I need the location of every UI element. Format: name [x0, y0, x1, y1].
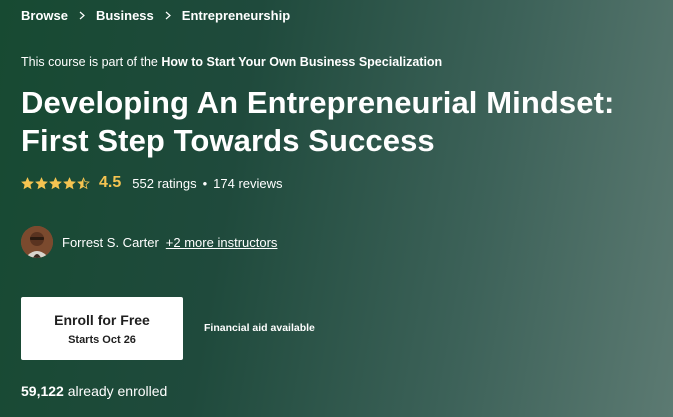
enrollment-count: 59,122 already enrolled [21, 383, 167, 399]
breadcrumb-business[interactable]: Business [96, 8, 154, 23]
star-icon [21, 176, 34, 189]
chevron-right-icon [79, 11, 85, 20]
financial-aid-link[interactable]: Financial aid available [204, 322, 315, 334]
page-title: Developing An Entrepreneurial Mindset: F… [21, 84, 661, 160]
star-icon [63, 176, 76, 189]
more-instructors-link[interactable]: +2 more instructors [166, 235, 278, 250]
enrolled-number: 59,122 [21, 383, 64, 399]
star-icon [49, 176, 62, 189]
breadcrumb-entrepreneurship[interactable]: Entrepreneurship [182, 8, 290, 23]
specialization-link[interactable]: How to Start Your Own Business Specializ… [161, 55, 442, 69]
specialization-note: This course is part of the How to Start … [21, 55, 442, 69]
enroll-button[interactable]: Enroll for Free Starts Oct 26 [21, 297, 183, 360]
title-line-2: First Step Towards Success [21, 123, 435, 158]
specialization-prefix: This course is part of the [21, 55, 158, 69]
avatar[interactable] [21, 226, 53, 258]
course-banner: Browse Business Entrepreneurship This co… [0, 0, 673, 417]
enrolled-suffix: already enrolled [67, 383, 168, 399]
separator-dot: • [202, 175, 208, 191]
chevron-right-icon [165, 11, 171, 20]
title-line-1: Developing An Entrepreneurial Mindset: [21, 85, 615, 120]
star-rating [21, 176, 91, 190]
rating-row: 4.5 552 ratings • 174 reviews [21, 174, 283, 192]
instructor-name[interactable]: Forrest S. Carter [62, 235, 159, 250]
rating-value: 4.5 [99, 174, 122, 191]
start-date: Starts Oct 26 [68, 333, 136, 346]
reviews-count[interactable]: 174 reviews [213, 176, 282, 191]
ratings-count[interactable]: 552 ratings [132, 176, 196, 191]
breadcrumb: Browse Business Entrepreneurship [21, 8, 290, 23]
instructor-row: Forrest S. Carter +2 more instructors [21, 226, 277, 258]
star-icon [77, 176, 90, 189]
star-icon [35, 176, 48, 189]
enroll-label: Enroll for Free [54, 311, 150, 328]
breadcrumb-browse[interactable]: Browse [21, 8, 68, 23]
